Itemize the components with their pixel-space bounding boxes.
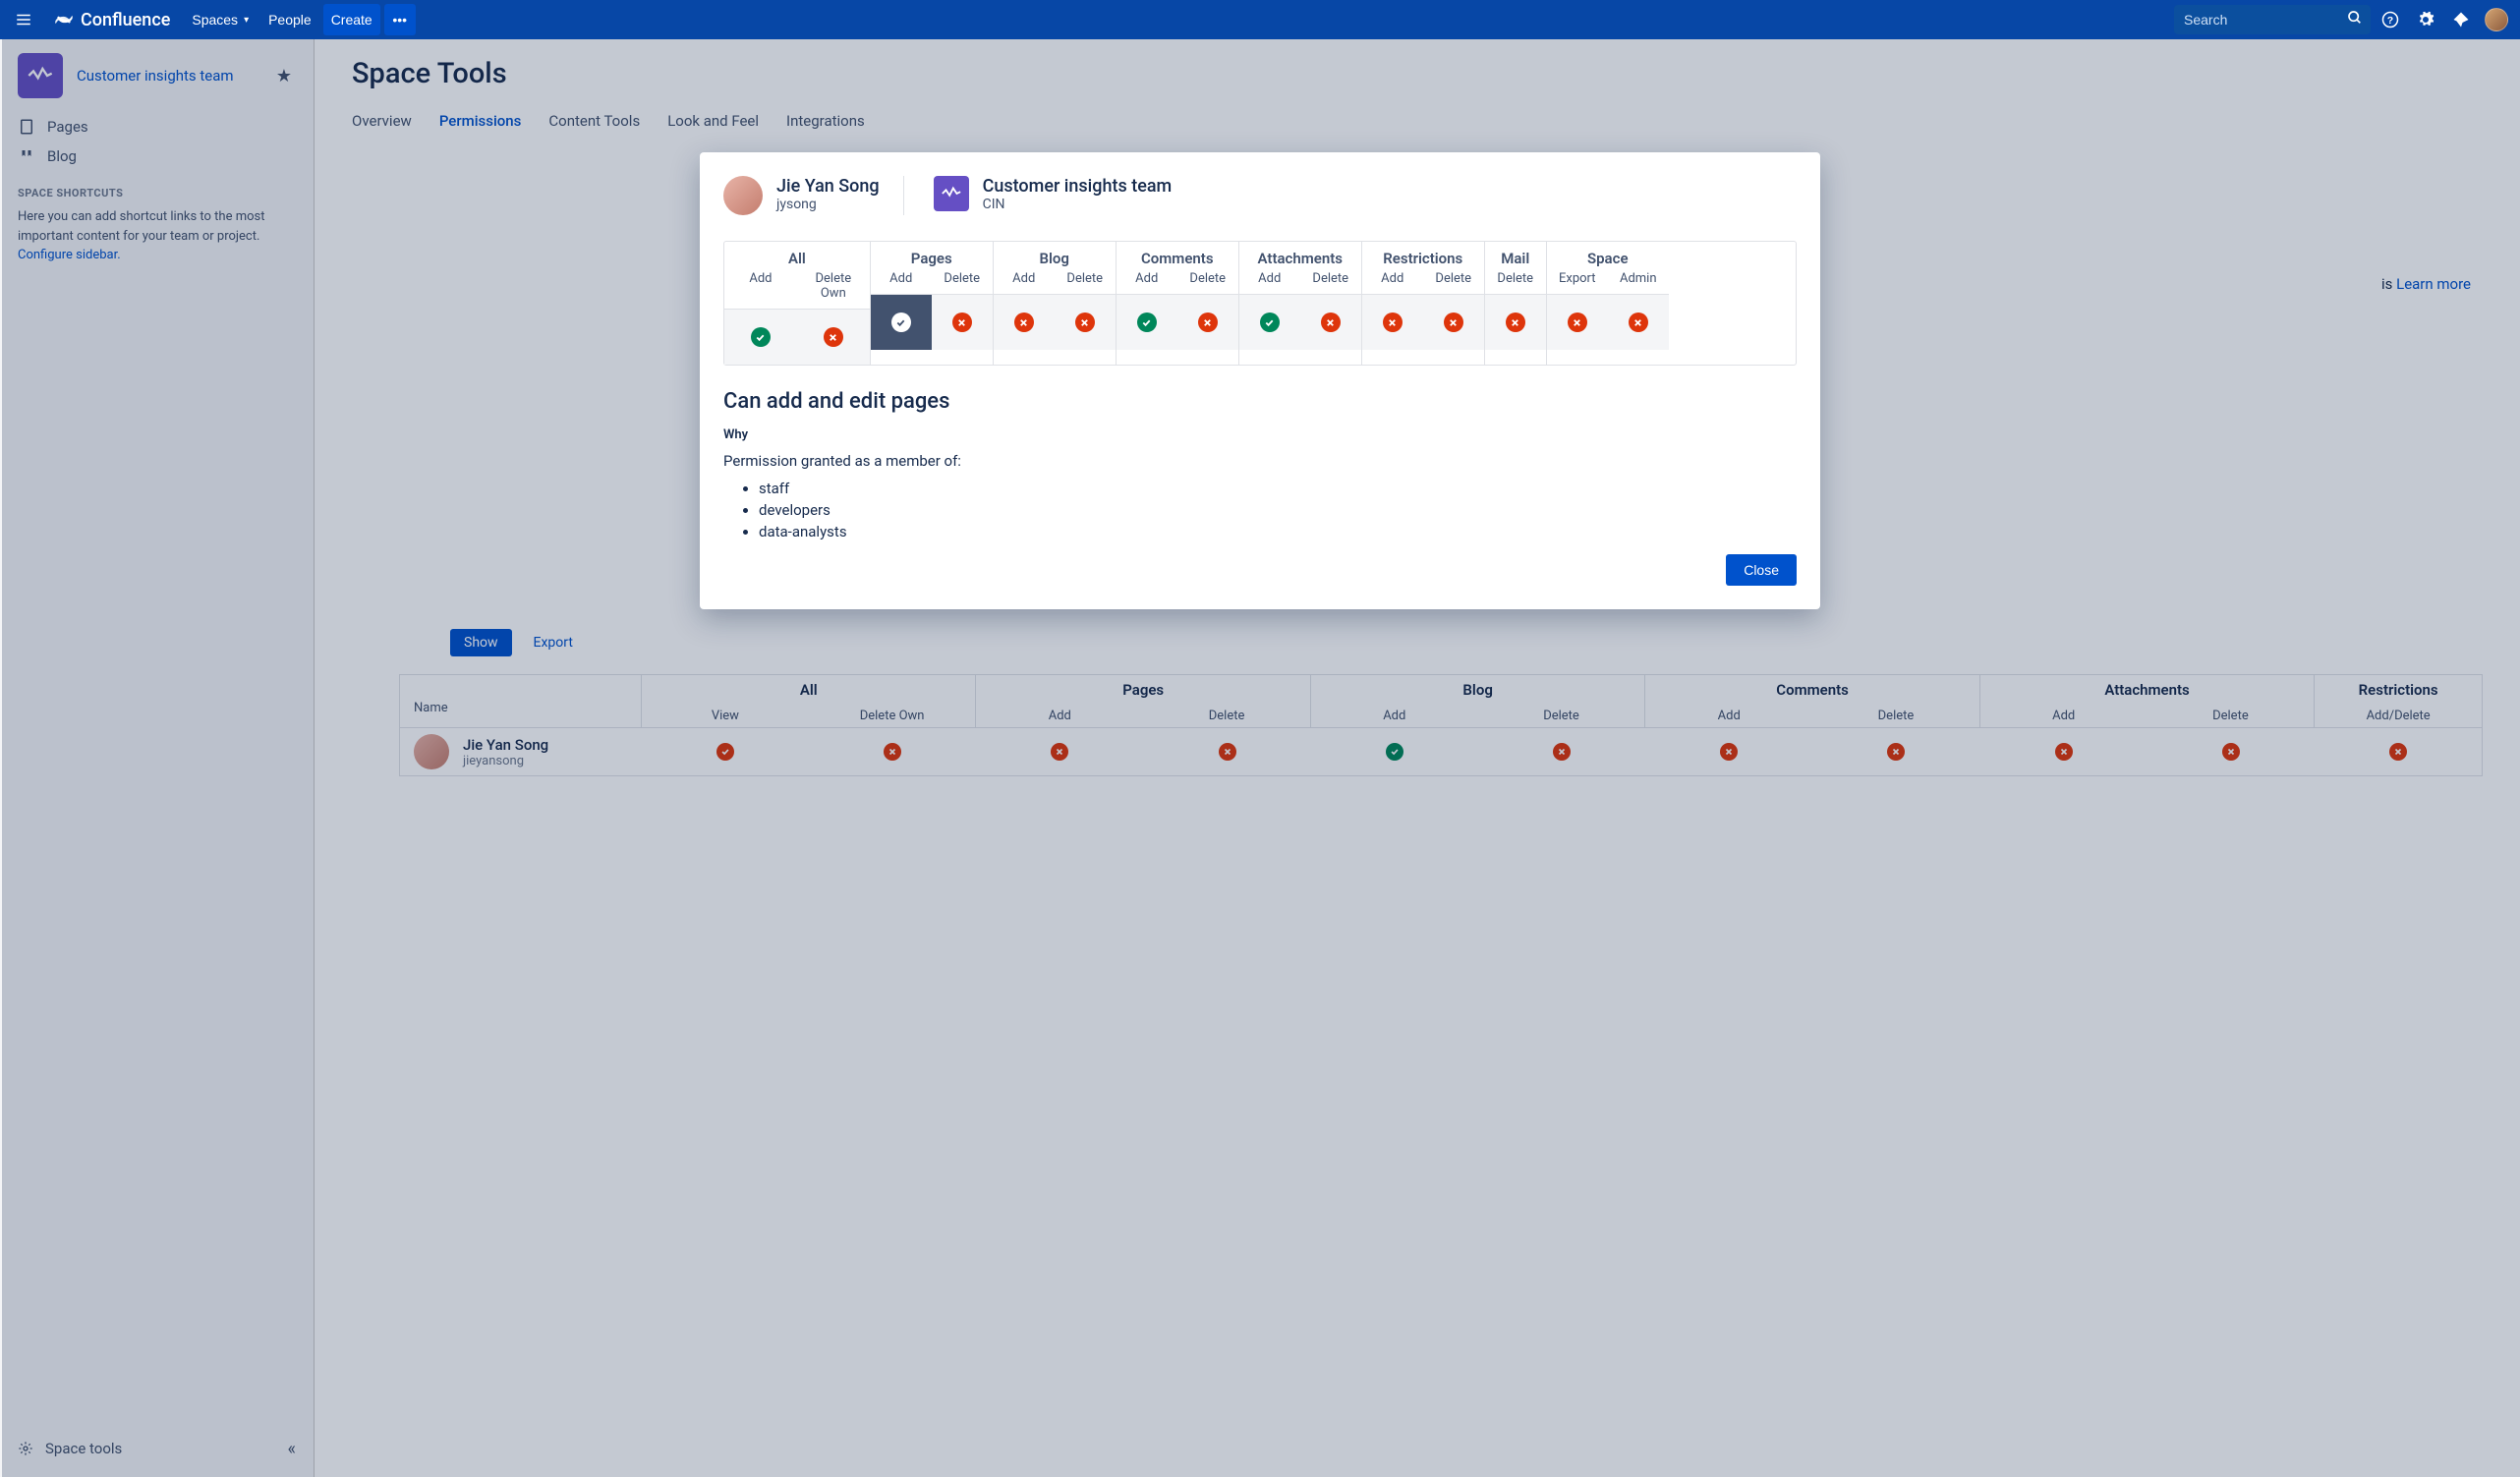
perm-cell[interactable] xyxy=(871,295,932,350)
app-switcher-icon[interactable] xyxy=(8,4,39,35)
spaces-menu[interactable]: Spaces▾ xyxy=(184,4,257,35)
perm-cell[interactable] xyxy=(1300,295,1361,350)
perm-sub-header: Delete Own xyxy=(797,269,870,309)
confluence-logo[interactable]: Confluence xyxy=(43,9,180,30)
modal-user: Jie Yan Song jysong xyxy=(723,176,904,215)
perm-group-mail: MailDelete xyxy=(1485,242,1547,365)
perm-cell[interactable] xyxy=(994,295,1055,350)
check-icon xyxy=(891,312,911,332)
perm-sub-header: Admin xyxy=(1608,269,1669,294)
perm-sub-header: Export xyxy=(1547,269,1608,294)
perm-group-header: Attachments xyxy=(1239,242,1361,269)
perm-cell[interactable] xyxy=(1177,295,1238,350)
check-icon xyxy=(751,327,771,347)
perm-group-header: Restrictions xyxy=(1362,242,1484,269)
avatar-button[interactable] xyxy=(2481,4,2512,35)
perm-sub-header: Delete xyxy=(1423,269,1484,294)
top-nav: Confluence Spaces▾ People Create ••• ? xyxy=(0,0,2520,39)
modal-space-key: CIN xyxy=(983,197,1173,212)
check-icon xyxy=(1260,312,1280,332)
help-icon[interactable]: ? xyxy=(2375,4,2406,35)
cross-icon xyxy=(1383,312,1403,332)
svg-text:?: ? xyxy=(2387,15,2393,27)
perm-sub-header: Delete xyxy=(1055,269,1116,294)
cross-icon xyxy=(1014,312,1034,332)
perm-sub-header: Delete xyxy=(1177,269,1238,294)
cross-icon xyxy=(1198,312,1218,332)
perm-sub-header: Add xyxy=(994,269,1055,294)
perm-group-header: Mail xyxy=(1485,242,1546,269)
modal-space-name: Customer insights team xyxy=(983,176,1173,197)
perm-cell[interactable] xyxy=(1608,295,1669,350)
modal-space: Customer insights team CIN xyxy=(924,176,1173,215)
perm-cell[interactable] xyxy=(1239,295,1300,350)
notifications-icon[interactable] xyxy=(2445,4,2477,35)
permissions-grid: AllAddDelete OwnPagesAddDeleteBlogAddDel… xyxy=(723,241,1797,366)
search-input[interactable] xyxy=(2174,5,2371,34)
cross-icon xyxy=(1321,312,1341,332)
perm-sub-header: Delete xyxy=(932,269,993,294)
permission-reason: Permission granted as a member of: xyxy=(723,452,1797,470)
perm-cell[interactable] xyxy=(724,310,797,365)
settings-icon[interactable] xyxy=(2410,4,2441,35)
cross-icon xyxy=(824,327,843,347)
perm-sub-header: Add xyxy=(871,269,932,294)
perm-cell[interactable] xyxy=(932,295,993,350)
perm-cell[interactable] xyxy=(797,310,870,365)
perm-sub-header: Add xyxy=(1362,269,1423,294)
perm-sub-header: Add xyxy=(1117,269,1177,294)
perm-group-header: Pages xyxy=(871,242,993,269)
member-item: developers xyxy=(759,499,1797,521)
perm-cell[interactable] xyxy=(1485,295,1546,350)
members-list: staffdevelopersdata-analysts xyxy=(759,478,1797,542)
perm-cell[interactable] xyxy=(1055,295,1116,350)
perm-group-comments: CommentsAddDelete xyxy=(1117,242,1239,365)
permission-detail-title: Can add and edit pages xyxy=(723,389,1797,414)
cross-icon xyxy=(1444,312,1463,332)
perm-group-pages: PagesAddDelete xyxy=(871,242,994,365)
perm-cell[interactable] xyxy=(1423,295,1484,350)
perm-sub-header: Add xyxy=(1239,269,1300,294)
search-icon[interactable] xyxy=(2347,10,2363,29)
perm-sub-header: Add xyxy=(724,269,797,309)
perm-group-header: All xyxy=(724,242,870,269)
check-icon xyxy=(1137,312,1157,332)
perm-group-space: SpaceExportAdmin xyxy=(1547,242,1669,365)
permission-detail-modal: Jie Yan Song jysong Customer insights te… xyxy=(700,152,1820,609)
perm-cell[interactable] xyxy=(1362,295,1423,350)
brand-text: Confluence xyxy=(81,10,170,30)
perm-group-restrictions: RestrictionsAddDelete xyxy=(1362,242,1485,365)
perm-sub-header: Delete xyxy=(1300,269,1361,294)
cross-icon xyxy=(1075,312,1095,332)
cross-icon xyxy=(952,312,972,332)
perm-cell[interactable] xyxy=(1117,295,1177,350)
perm-group-attachments: AttachmentsAddDelete xyxy=(1239,242,1362,365)
close-button[interactable]: Close xyxy=(1726,554,1797,586)
create-button[interactable]: Create xyxy=(323,4,380,35)
cross-icon xyxy=(1506,312,1525,332)
why-label: Why xyxy=(723,427,1797,442)
perm-sub-header: Delete xyxy=(1485,269,1546,294)
perm-group-blog: BlogAddDelete xyxy=(994,242,1117,365)
more-actions-icon[interactable]: ••• xyxy=(384,4,416,35)
perm-group-header: Comments xyxy=(1117,242,1238,269)
modal-user-name: Jie Yan Song xyxy=(776,176,880,197)
cross-icon xyxy=(1629,312,1648,332)
avatar xyxy=(723,176,763,215)
cross-icon xyxy=(1568,312,1587,332)
perm-group-header: Space xyxy=(1547,242,1669,269)
people-link[interactable]: People xyxy=(260,4,319,35)
modal-user-username: jysong xyxy=(776,197,880,212)
space-icon xyxy=(934,176,969,211)
member-item: staff xyxy=(759,478,1797,499)
member-item: data-analysts xyxy=(759,521,1797,542)
perm-cell[interactable] xyxy=(1547,295,1608,350)
perm-group-all: AllAddDelete Own xyxy=(724,242,871,365)
perm-group-header: Blog xyxy=(994,242,1116,269)
